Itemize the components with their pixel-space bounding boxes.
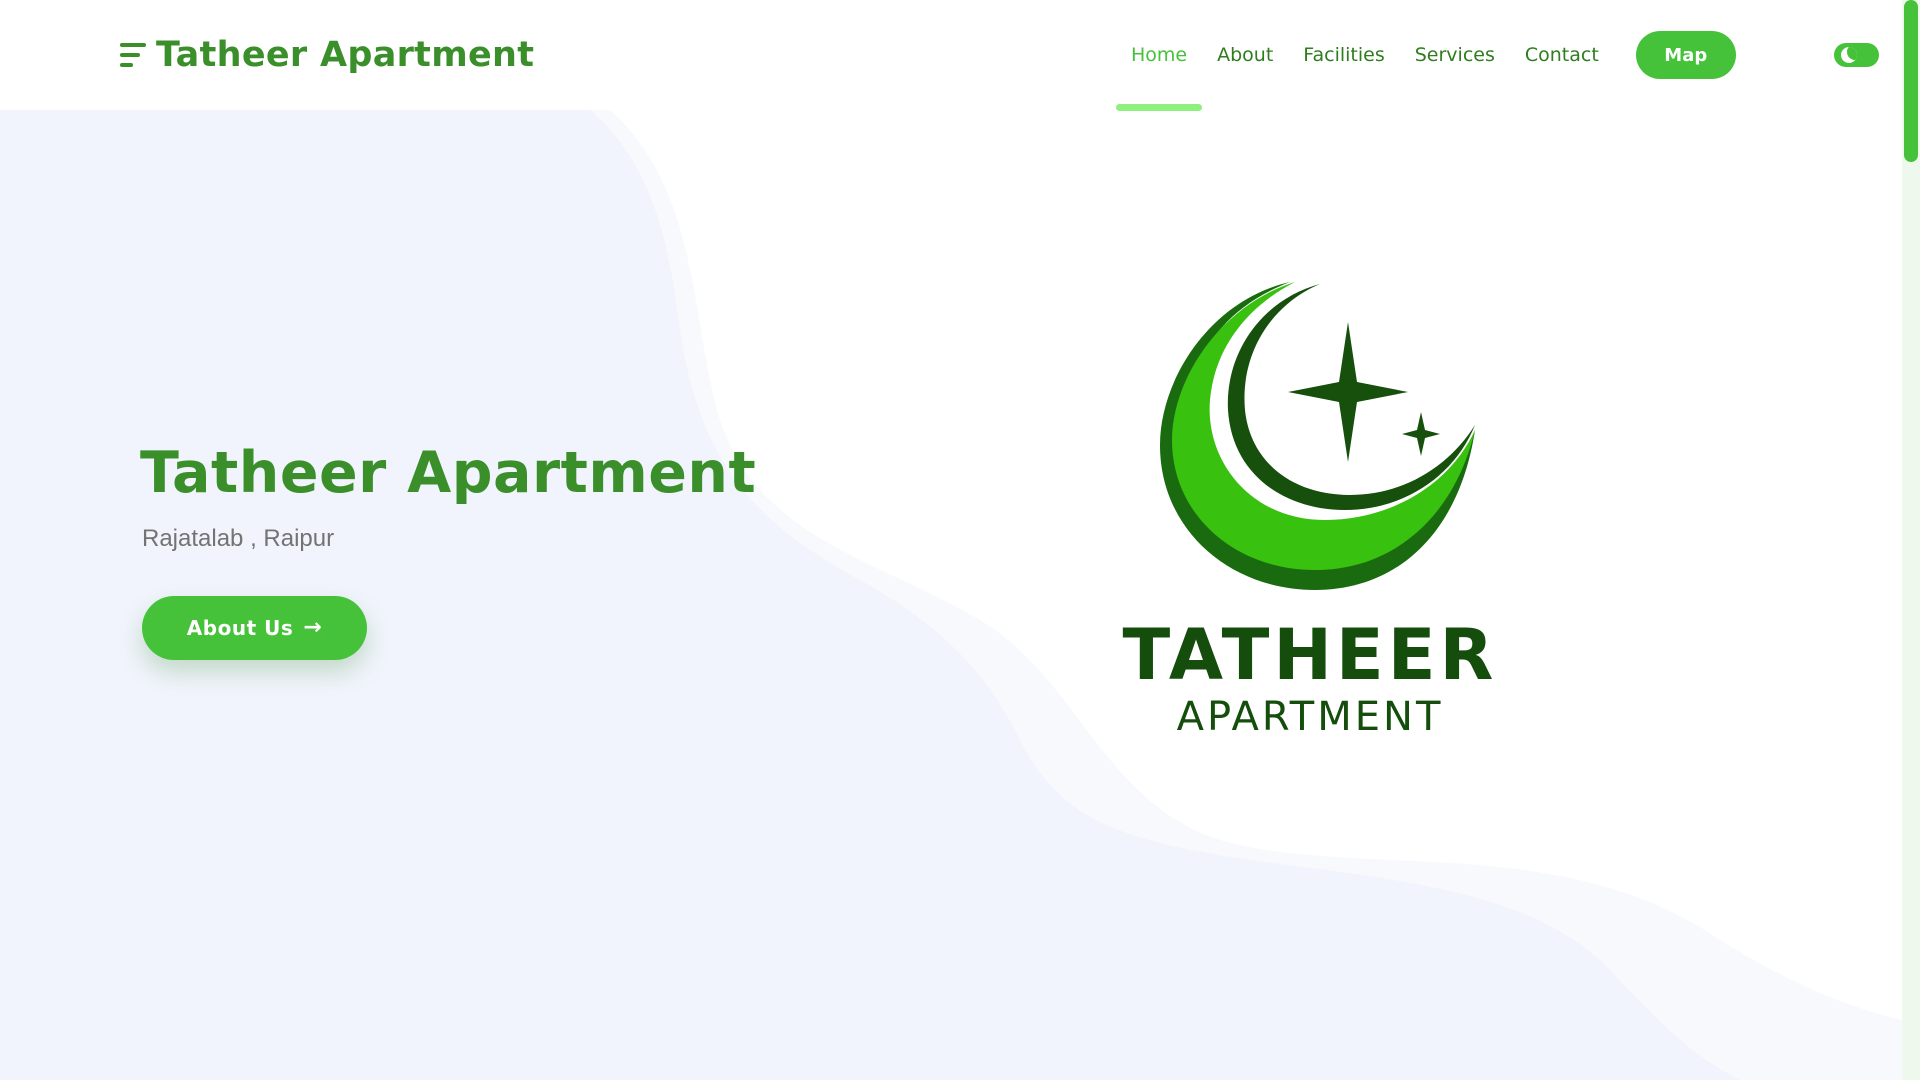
nav-item-label: Services	[1414, 44, 1495, 66]
about-us-label: About Us	[186, 616, 294, 640]
crescent-star-icon	[1160, 282, 1475, 590]
nav-item-services[interactable]: Services	[1400, 44, 1510, 66]
theme-toggle[interactable]	[1834, 43, 1879, 67]
map-button[interactable]: Map	[1635, 31, 1736, 79]
nav-item-home[interactable]: Home	[1116, 44, 1203, 111]
scrollbar-thumb[interactable]	[1904, 0, 1918, 162]
nav-item-facilities[interactable]: Facilities	[1288, 44, 1399, 66]
logo-word-bottom: APARTMENT	[1176, 694, 1444, 740]
logo-word-top: TATHEER	[1122, 614, 1498, 696]
page: Tatheer Apartment Home About Facilities …	[0, 0, 1920, 1080]
scrollbar[interactable]	[1902, 0, 1920, 1080]
active-indicator	[1116, 104, 1203, 111]
main-nav: Home About Facilities Services Contact M…	[1116, 30, 1736, 111]
nav-item-label: Home	[1131, 44, 1188, 66]
moon-icon	[1841, 47, 1857, 63]
about-us-button[interactable]: About Us →	[142, 596, 367, 660]
nav-item-about[interactable]: About	[1202, 44, 1288, 66]
brand-name: Tatheer Apartment	[156, 35, 535, 75]
arrow-right-icon: →	[303, 615, 323, 640]
header: Tatheer Apartment Home About Facilities …	[0, 0, 1902, 111]
star-large	[1288, 322, 1408, 462]
nav-item-contact[interactable]: Contact	[1510, 44, 1614, 66]
star-small	[1402, 412, 1440, 456]
hero-subtitle: Rajatalab , Raipur	[142, 525, 335, 552]
nav-item-label: Facilities	[1303, 44, 1385, 66]
menu-icon	[120, 38, 146, 72]
nav-item-label: About	[1217, 44, 1274, 66]
brand-logo-link[interactable]: Tatheer Apartment	[120, 30, 534, 80]
logo-wordmark: TATHEER APARTMENT	[1110, 615, 1510, 739]
hero-logo: TATHEER APARTMENT	[1110, 270, 1510, 750]
nav-item-label: Contact	[1524, 44, 1599, 66]
hero-title: Tatheer Apartment	[140, 440, 757, 506]
